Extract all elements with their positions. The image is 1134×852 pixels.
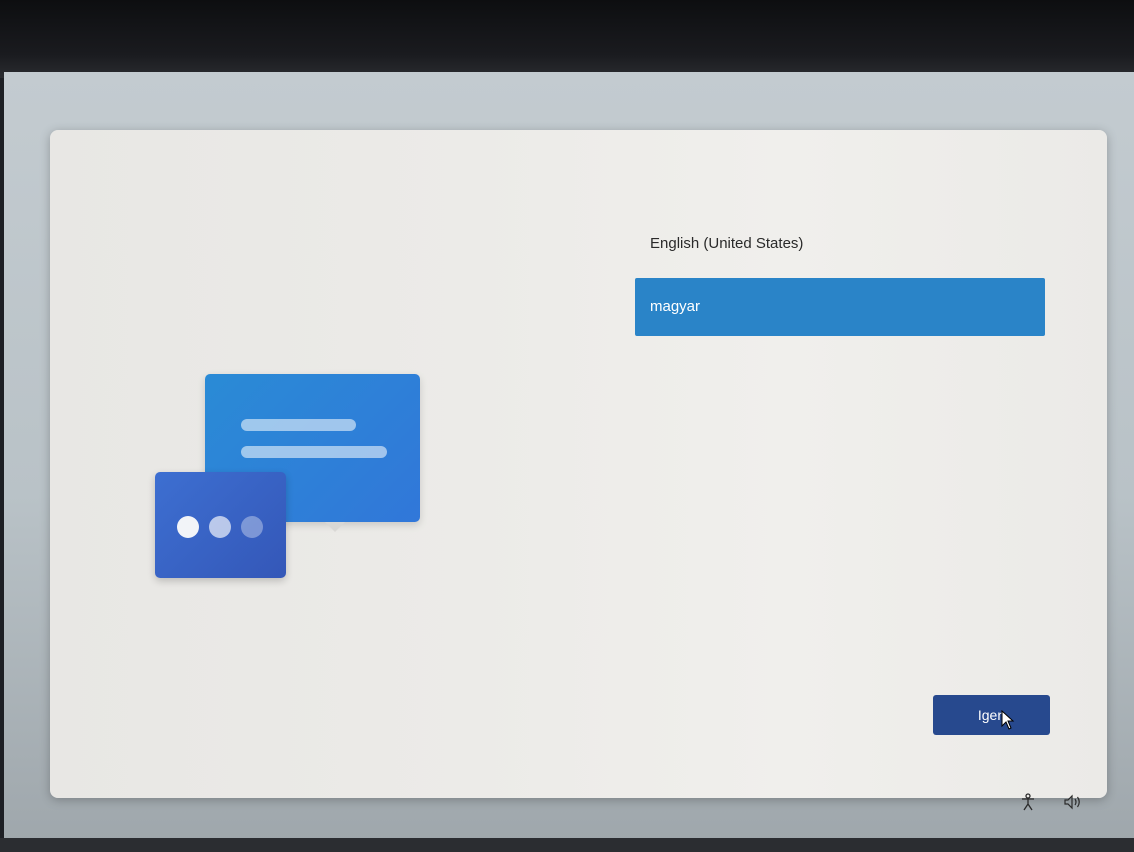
volume-icon xyxy=(1064,794,1080,810)
ellipsis-dot xyxy=(209,516,231,538)
monitor-bezel-top xyxy=(0,0,1134,78)
bubble-tail xyxy=(325,522,345,532)
small-chat-bubble xyxy=(155,472,286,578)
accessibility-icon xyxy=(1022,793,1034,811)
bubble-line xyxy=(241,446,387,458)
ellipsis-dot xyxy=(177,516,199,538)
language-item-english[interactable]: English (United States) xyxy=(635,220,1045,268)
ellipsis-dot xyxy=(241,516,263,538)
language-list: English (United States) magyar xyxy=(635,220,1045,346)
language-item-magyar[interactable]: magyar xyxy=(635,278,1045,336)
bubble-line xyxy=(241,419,356,431)
monitor-bezel-bottom xyxy=(0,838,1134,852)
setup-card: English (United States) magyar Igen xyxy=(50,130,1107,798)
yes-button[interactable]: Igen xyxy=(933,695,1050,735)
accessibility-button[interactable] xyxy=(1020,792,1036,812)
mouse-pointer-icon xyxy=(1001,710,1015,730)
chat-bubbles-illustration xyxy=(150,370,430,590)
volume-button[interactable] xyxy=(1063,792,1083,812)
